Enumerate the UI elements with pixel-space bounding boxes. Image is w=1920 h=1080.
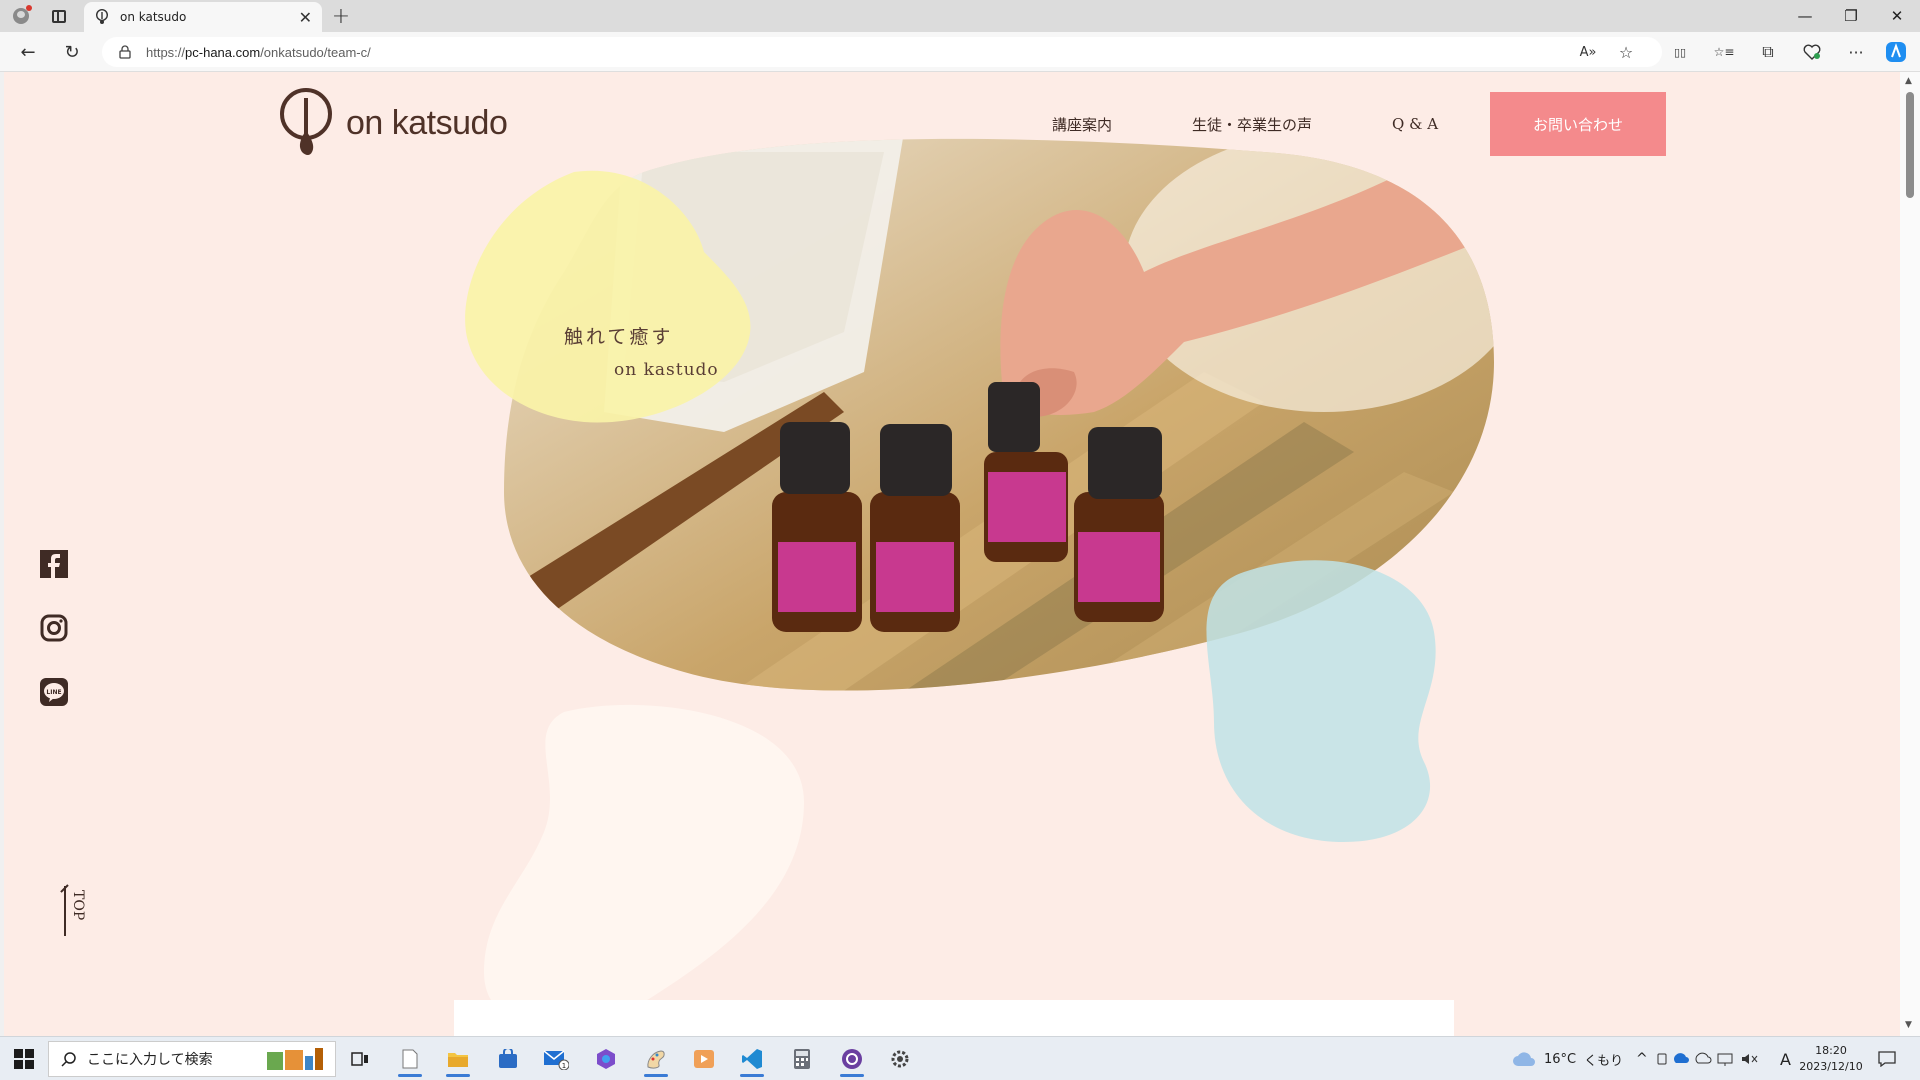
nav-courses[interactable]: 講座案内 xyxy=(1052,114,1112,135)
mail-app-icon[interactable]: 1 xyxy=(534,1041,578,1077)
logo-text: on katsudo xyxy=(346,103,508,142)
weather-widget[interactable]: 16°C くもり xyxy=(1512,1037,1623,1080)
start-button[interactable] xyxy=(14,1049,34,1069)
line-icon[interactable]: LINE xyxy=(40,678,68,706)
taskbar-clock[interactable]: 18:20 2023/12/10 xyxy=(1798,1043,1864,1075)
tab-title: on katsudo xyxy=(120,10,187,24)
ime-indicator[interactable]: A xyxy=(1780,1037,1791,1080)
logo-mark-icon xyxy=(280,88,332,155)
search-highlight-icon xyxy=(267,1048,323,1070)
notification-icon[interactable] xyxy=(1878,1037,1896,1080)
address-bar: ← ↻ https://pc-hana.com/onkatsudo/team-c… xyxy=(0,32,1920,72)
copilot-app-icon[interactable] xyxy=(584,1041,628,1077)
scroll-thumb[interactable] xyxy=(1906,92,1914,198)
new-tab-button[interactable]: + xyxy=(330,4,352,29)
reload-button[interactable]: ↻ xyxy=(60,40,84,64)
site-logo[interactable]: on katsudo xyxy=(278,88,508,158)
calculator-app-icon[interactable] xyxy=(780,1041,824,1077)
search-icon xyxy=(61,1052,76,1067)
search-placeholder: ここに入力して検索 xyxy=(87,1052,213,1068)
facebook-icon[interactable] xyxy=(40,550,68,578)
hero-visual xyxy=(465,138,1494,1025)
svg-text:1: 1 xyxy=(562,1062,566,1070)
svg-text:LINE: LINE xyxy=(46,689,61,696)
scroll-up-icon[interactable]: ▲ xyxy=(1905,76,1912,86)
taskbar-search[interactable]: ここに入力して検索 xyxy=(48,1041,336,1077)
global-nav: 講座案内 生徒・卒業生の声 Q & A xyxy=(1052,92,1478,156)
top-label: TOP xyxy=(70,890,86,921)
lock-icon[interactable] xyxy=(118,45,132,59)
cloud-icon xyxy=(1513,1052,1535,1066)
task-view-icon[interactable] xyxy=(338,1041,382,1077)
contact-button[interactable]: お問い合わせ xyxy=(1490,92,1666,156)
tab-actions-icon[interactable] xyxy=(48,5,70,27)
blue-blob xyxy=(1206,560,1436,842)
read-aloud-icon[interactable]: A» xyxy=(1576,40,1600,64)
scroll-down-icon[interactable]: ▼ xyxy=(1905,1020,1912,1030)
minimize-button[interactable]: — xyxy=(1782,0,1828,32)
browser-essentials-icon[interactable] xyxy=(1800,40,1824,64)
store-app-icon[interactable] xyxy=(486,1041,530,1077)
bottle-2 xyxy=(870,424,960,632)
favorite-icon[interactable]: ☆ xyxy=(1614,40,1638,64)
nav-qa[interactable]: Q & A xyxy=(1392,115,1438,133)
top-arrow-line xyxy=(64,886,66,936)
bottle-1 xyxy=(772,422,862,632)
file-explorer-icon[interactable] xyxy=(436,1041,480,1077)
copilot-icon[interactable] xyxy=(1884,40,1908,64)
cream-blob xyxy=(484,704,804,1025)
profile-icon[interactable] xyxy=(10,5,32,27)
purple-app-icon[interactable] xyxy=(830,1041,874,1077)
settings-gear-icon[interactable] xyxy=(878,1041,922,1077)
tab-bar: on katsudo ✕ + — ❐ ✕ xyxy=(0,0,1920,32)
paint-app-icon[interactable] xyxy=(634,1041,678,1077)
weather-text: くもり xyxy=(1584,1053,1624,1069)
collections-icon[interactable]: ⧉ xyxy=(1756,40,1780,64)
instagram-icon[interactable] xyxy=(40,614,68,642)
media-app-icon[interactable] xyxy=(682,1041,726,1077)
browser-tab[interactable]: on katsudo ✕ xyxy=(84,2,322,32)
restore-button[interactable]: ❐ xyxy=(1828,0,1874,32)
windows-taskbar: ここに入力して検索 1 16°C くもり ^ A 18:20 2023/12/1… xyxy=(0,1036,1920,1080)
close-tab-icon[interactable]: ✕ xyxy=(299,8,312,27)
split-screen-icon[interactable]: ▯▯ xyxy=(1668,40,1692,64)
web-page: on katsudo 講座案内 生徒・卒業生の声 Q & A お問い合わせ 触れ… xyxy=(4,72,1900,1036)
system-tray-icons xyxy=(1657,1052,1758,1066)
tray-icons[interactable] xyxy=(1656,1037,1776,1080)
back-button[interactable]: ← xyxy=(16,40,40,64)
notepad-app-icon[interactable] xyxy=(388,1041,432,1077)
tray-chevron-icon[interactable]: ^ xyxy=(1636,1037,1648,1080)
more-icon[interactable]: ··· xyxy=(1844,40,1868,64)
vscode-app-icon[interactable] xyxy=(730,1041,774,1077)
clock-time: 18:20 xyxy=(1815,1044,1847,1057)
close-window-button[interactable]: ✕ xyxy=(1874,0,1920,32)
hero-subtitle: on kastudo xyxy=(614,360,719,380)
clock-date: 2023/12/10 xyxy=(1799,1060,1863,1073)
hero-tagline: 触れて癒す xyxy=(564,326,674,348)
favorites-icon[interactable]: ☆≡ xyxy=(1712,40,1736,64)
site-favicon-icon xyxy=(94,9,110,25)
page-scrollbar[interactable]: ▲ ▼ xyxy=(1900,72,1920,1036)
nav-testimonials[interactable]: 生徒・卒業生の声 xyxy=(1192,114,1312,135)
back-to-top-link[interactable]: TOP xyxy=(60,882,92,938)
url-text: https://pc-hana.com/onkatsudo/team-c/ xyxy=(146,44,371,60)
content-card xyxy=(454,1000,1454,1036)
url-field[interactable]: https://pc-hana.com/onkatsudo/team-c/ xyxy=(102,37,1662,67)
weather-temp: 16°C xyxy=(1544,1051,1577,1067)
